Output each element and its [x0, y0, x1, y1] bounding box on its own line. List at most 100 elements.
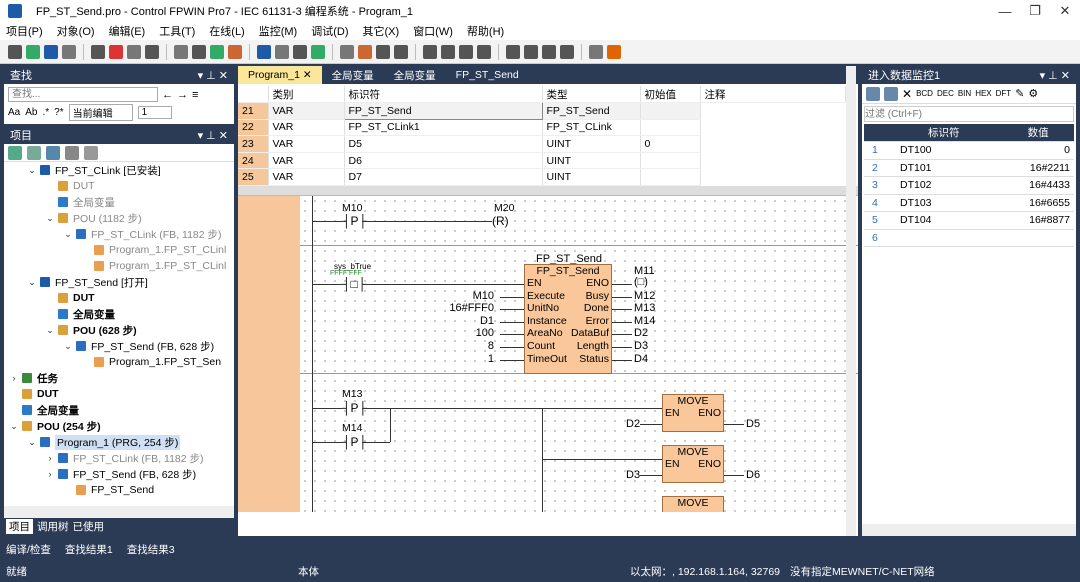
- tree-item[interactable]: ⌄ POU (628 步): [8, 322, 234, 338]
- toolbar-tool-icon[interactable]: [109, 44, 123, 59]
- tree-item[interactable]: Program_1.FP_ST_CLinl: [8, 258, 234, 274]
- regex-icon[interactable]: .*: [42, 107, 49, 118]
- tab-call-tree[interactable]: 调用树: [37, 519, 69, 534]
- menu-window[interactable]: 窗口(W): [413, 23, 453, 39]
- table-cell[interactable]: 24: [238, 152, 269, 170]
- tree-item[interactable]: › 任务: [8, 370, 234, 386]
- monitor-cell[interactable]: [1002, 229, 1074, 247]
- toolbar-tool-icon[interactable]: [174, 44, 188, 59]
- minimize-button[interactable]: —: [990, 4, 1020, 19]
- find-input[interactable]: [8, 87, 158, 102]
- fb-output-var[interactable]: D4: [634, 353, 648, 365]
- list-icon[interactable]: ≡: [192, 89, 198, 101]
- table-cell[interactable]: D7: [344, 168, 543, 187]
- tree-tool-icon[interactable]: [46, 145, 60, 160]
- table-cell[interactable]: 22: [238, 119, 269, 137]
- toolbar-tool-icon[interactable]: [477, 44, 491, 59]
- tree-item[interactable]: ⌄ POU (254 步): [8, 418, 234, 434]
- menu-tools[interactable]: 工具(T): [159, 23, 195, 39]
- table-row[interactable]: 24 VAR D6 UINT: [238, 152, 846, 170]
- table-cell[interactable]: VAR: [268, 135, 345, 153]
- table-row[interactable]: 23 VAR D5 UINT 0: [238, 135, 846, 153]
- monitor-row[interactable]: 3 DT102 16#4433: [864, 176, 1074, 195]
- format-dec[interactable]: DEC: [937, 89, 954, 98]
- monitor-cell[interactable]: 16#4433: [1002, 176, 1074, 195]
- fb-input-var[interactable]: 16#FFF0: [449, 302, 494, 314]
- menu-monitor[interactable]: 监控(M): [259, 23, 298, 39]
- toolbar-tool-icon[interactable]: [607, 44, 621, 59]
- tab-used[interactable]: 已使用: [73, 519, 105, 534]
- tab-compile-check[interactable]: 编译/检查: [6, 542, 51, 557]
- expand-icon[interactable]: ›: [8, 373, 20, 383]
- toolbar-tool-icon[interactable]: [311, 44, 325, 59]
- function-block[interactable]: FP_ST_Send EN ENO Execute Busy UnitNo Done Ins…: [524, 264, 612, 375]
- toolbar-tool-icon[interactable]: [210, 44, 224, 59]
- table-cell[interactable]: VAR: [268, 168, 345, 187]
- menu-online[interactable]: 在线(L): [209, 23, 244, 39]
- match-case-icon[interactable]: Aa: [8, 107, 20, 118]
- expand-icon[interactable]: ⌄: [44, 213, 56, 224]
- table-cell[interactable]: VAR: [268, 119, 345, 137]
- fb-output-var[interactable]: M13: [634, 302, 655, 314]
- move-block[interactable]: MOVE EN ENO: [662, 445, 724, 484]
- tab-project[interactable]: 项目: [6, 518, 33, 534]
- tree-item[interactable]: DUT: [8, 290, 234, 306]
- pin-icon[interactable]: ▾ ⊥ ✕: [198, 129, 228, 142]
- horizontal-scrollbar[interactable]: [4, 506, 234, 518]
- format-bin[interactable]: BIN: [958, 89, 971, 98]
- fb-output-var[interactable]: M12: [634, 290, 655, 302]
- toolbar-tool-icon[interactable]: [542, 44, 556, 59]
- table-cell[interactable]: UINT: [542, 152, 641, 170]
- tree-item[interactable]: › FP_ST_Send (FB, 628 步): [8, 466, 234, 482]
- table-cell[interactable]: FP_ST_CLink1: [344, 119, 543, 137]
- expand-icon[interactable]: ⌄: [8, 421, 20, 432]
- toolbar-tool-icon[interactable]: [293, 44, 307, 59]
- whole-word-icon[interactable]: Ab: [25, 107, 37, 118]
- monitor-cell[interactable]: DT100: [888, 141, 1003, 160]
- expand-icon[interactable]: ⌄: [26, 437, 38, 448]
- menu-help[interactable]: 帮助(H): [467, 23, 504, 39]
- format-hex[interactable]: HEX: [975, 89, 991, 98]
- tree-tool-icon[interactable]: [84, 145, 98, 160]
- expand-icon[interactable]: ›: [44, 469, 56, 479]
- monitor-cell[interactable]: 6: [864, 229, 888, 247]
- fb-input-var[interactable]: M10: [473, 290, 494, 302]
- pin-icon[interactable]: ▾ ⊥ ✕: [1040, 69, 1070, 82]
- tree-item[interactable]: 全局变量: [8, 402, 234, 418]
- tree-item[interactable]: › FP_ST_CLink (FB, 1182 步): [8, 450, 234, 466]
- table-cell[interactable]: FP_ST_Send: [542, 102, 641, 120]
- table-cell[interactable]: 25: [238, 168, 269, 187]
- tree-item[interactable]: ⌄ FP_ST_Send [打开]: [8, 274, 234, 290]
- table-row[interactable]: 22 VAR FP_ST_CLink1 FP_ST_CLink: [238, 119, 846, 137]
- toolbar-tool-icon[interactable]: [257, 44, 271, 59]
- tree-item[interactable]: ⌄ POU (1182 步): [8, 210, 234, 226]
- monitor-cell[interactable]: DT101: [888, 159, 1003, 177]
- monitor-row[interactable]: 6: [864, 229, 1074, 247]
- tree-item[interactable]: Program_1.FP_ST_CLinl: [8, 242, 234, 258]
- table-cell[interactable]: 23: [238, 135, 269, 153]
- scope-select[interactable]: 当前编辑: [68, 103, 133, 121]
- fb-input-var[interactable]: 100: [476, 327, 494, 339]
- menu-project[interactable]: 项目(P): [6, 23, 43, 39]
- tree-item[interactable]: 全局变量: [8, 306, 234, 322]
- fb-output-var[interactable]: D2: [634, 327, 648, 339]
- table-cell[interactable]: UINT: [542, 168, 641, 187]
- tab-program-1[interactable]: Program_1 ✕: [238, 66, 322, 84]
- toolbar-tool-icon[interactable]: [275, 44, 289, 59]
- toolbar-tool-icon[interactable]: [62, 44, 76, 59]
- toolbar-tool-icon[interactable]: [340, 44, 354, 59]
- fb-output-var[interactable]: M14: [634, 315, 655, 327]
- expand-icon[interactable]: ⌄: [62, 229, 74, 240]
- table-cell[interactable]: VAR: [268, 102, 345, 120]
- expand-icon[interactable]: ›: [44, 453, 56, 463]
- table-cell[interactable]: FP_ST_Send: [343, 102, 543, 120]
- output-coil[interactable]: (□): [634, 276, 648, 288]
- monitor-cell[interactable]: DT102: [888, 176, 1003, 195]
- fb-input-var[interactable]: 8: [488, 340, 494, 352]
- toolbar-tool-icon[interactable]: [8, 44, 22, 59]
- toolbar-tool-icon[interactable]: [506, 44, 520, 59]
- editor-scrollbar[interactable]: [846, 66, 856, 536]
- monitor-cell[interactable]: 2: [864, 159, 888, 177]
- toolbar-tool-icon[interactable]: [524, 44, 538, 59]
- add-icon[interactable]: [866, 86, 880, 101]
